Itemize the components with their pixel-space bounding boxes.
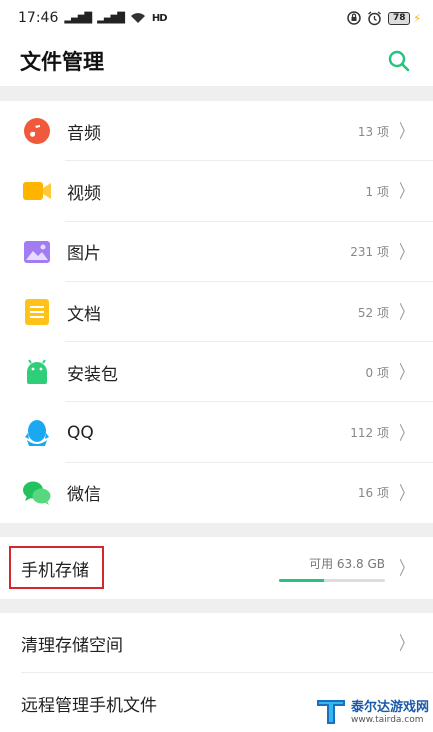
- category-count: 1 项: [365, 184, 389, 199]
- storage-meta: 可用 63.8 GB: [279, 555, 385, 582]
- storage-progress-bar: [279, 578, 385, 582]
- clock: 17:46: [18, 10, 59, 26]
- storage-free-text: 可用 63.8 GB: [309, 556, 385, 571]
- wechat-icon: [22, 478, 52, 508]
- qq-icon: [22, 418, 52, 448]
- watermark-name: 泰尔达游戏网: [350, 699, 429, 715]
- watermark-texts: 泰尔达游戏网 www.tairda.com: [351, 696, 429, 725]
- category-label: 文档: [67, 304, 101, 325]
- status-bar: 17:46 ▂▄▆█ ▂▄▆█ HD 78 ⚡: [0, 0, 433, 36]
- watermark-logo-icon: [316, 700, 345, 724]
- hd-icon: HD: [151, 12, 168, 24]
- category-list: 音频 13 项 〉 视频 1 项 〉 图片 231 项 〉 文档 52 项 〉 …: [0, 101, 433, 524]
- chevron-right-icon: 〉: [399, 182, 413, 204]
- chevron-right-icon: 〉: [399, 633, 413, 655]
- battery-icon: 78: [388, 11, 411, 25]
- status-left: 17:46 ▂▄▆█ ▂▄▆█ HD: [18, 10, 168, 26]
- charging-icon: ⚡: [413, 11, 421, 25]
- category-item-wechat[interactable]: 微信 16 项 〉: [0, 463, 433, 523]
- category-count: 231 项: [350, 245, 389, 260]
- video-icon: [22, 176, 52, 206]
- watermark-url: www.tairda.com: [350, 714, 424, 725]
- chevron-right-icon: 〉: [399, 122, 413, 143]
- category-item-images[interactable]: 图片 231 项 〉: [0, 222, 433, 283]
- chevron-right-icon: 〉: [399, 423, 413, 445]
- category-label: 微信: [67, 485, 101, 506]
- chevron-right-icon: 〉: [399, 483, 413, 505]
- signal-icon: ▂▄▆█: [64, 12, 92, 24]
- chevron-right-icon: 〉: [399, 302, 413, 324]
- watermark: 泰尔达游戏网 www.tairda.com: [315, 694, 429, 726]
- category-count: 112 项: [350, 426, 389, 441]
- category-item-apk[interactable]: 安装包 0 项 〉: [0, 342, 433, 403]
- document-icon: [22, 297, 52, 327]
- search-icon: [388, 50, 410, 72]
- category-item-audio[interactable]: 音频 13 项 〉: [0, 101, 433, 162]
- category-count: 16 项: [357, 486, 389, 501]
- chevron-right-icon: 〉: [399, 242, 413, 264]
- category-label: 音频: [67, 123, 101, 144]
- lock-rotation-icon: [347, 11, 362, 25]
- chevron-right-icon: 〉: [399, 558, 413, 580]
- category-label: 视频: [67, 183, 101, 204]
- status-right: 78 ⚡: [347, 10, 421, 26]
- phone-storage-item[interactable]: 手机存储 可用 63.8 GB 〉: [0, 537, 433, 599]
- storage-progress-fill: [279, 578, 324, 582]
- category-label: 图片: [67, 244, 101, 265]
- category-item-qq[interactable]: QQ 112 项 〉: [0, 402, 433, 464]
- category-label: 安装包: [67, 364, 118, 385]
- app-header: 文件管理: [0, 36, 433, 86]
- category-count: 0 项: [365, 365, 389, 380]
- image-icon: [22, 237, 52, 267]
- category-item-documents[interactable]: 文档 52 项 〉: [0, 282, 433, 343]
- category-label: QQ: [67, 422, 94, 443]
- signal-icon-2: ▂▄▆█: [97, 12, 125, 24]
- clean-storage-item[interactable]: 清理存储空间 〉: [0, 613, 433, 673]
- wifi-icon: [130, 13, 145, 23]
- music-icon: [22, 116, 52, 146]
- storage-label: 手机存储: [21, 560, 89, 581]
- page-title: 文件管理: [20, 50, 104, 74]
- tool-label: 清理存储空间: [21, 635, 123, 656]
- category-count: 52 项: [357, 305, 389, 320]
- category-item-video[interactable]: 视频 1 项 〉: [0, 161, 433, 222]
- alarm-icon: [368, 10, 382, 25]
- search-button[interactable]: [385, 47, 413, 75]
- chevron-right-icon: 〉: [399, 363, 413, 385]
- category-count: 13 项: [357, 124, 389, 139]
- android-icon: [22, 357, 52, 387]
